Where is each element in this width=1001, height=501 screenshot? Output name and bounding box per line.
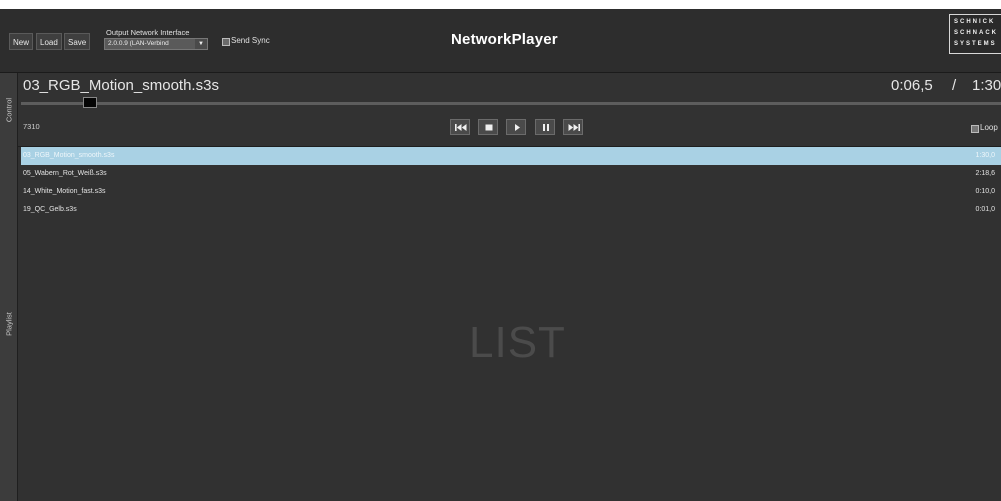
new-button[interactable]: New	[9, 33, 34, 50]
skip-back-icon	[455, 124, 467, 131]
logo-line-1: SCHNICK	[954, 19, 996, 25]
network-player-window: New Load Save Output Network Interface 2…	[0, 9, 1001, 501]
time-total: 1:30	[972, 77, 1001, 94]
playlist-side-tab-label: Playlist	[4, 312, 13, 336]
playlist-item-name: 03_RGB_Motion_smooth.s3s	[23, 152, 115, 159]
loop-checkbox[interactable]	[971, 125, 979, 133]
brand-logo: SCHNICK SCHNACK SYSTEMS	[949, 14, 1001, 54]
playlist-item-name: 05_Wabern_Rot_Weiß.s3s	[23, 170, 107, 177]
output-interface-select[interactable]: 2.0.0.9 (LAN-Verbind ▼	[104, 38, 208, 50]
play-icon	[515, 124, 520, 131]
pause-icon	[543, 124, 549, 131]
skip-forward-button[interactable]	[563, 119, 583, 135]
playlist-item[interactable]: 03_RGB_Motion_smooth.s3s 1:30,0	[21, 147, 1001, 165]
playlist-item-duration: 1:30,0	[975, 152, 995, 159]
logo-line-3: SYSTEMS	[954, 41, 997, 47]
skip-forward-icon	[568, 124, 580, 131]
playlist-item-duration: 0:10,0	[975, 188, 995, 195]
skip-back-button[interactable]	[450, 119, 470, 135]
control-side-tab[interactable]: Control	[0, 73, 18, 147]
playlist-panel: 03_RGB_Motion_smooth.s3s 1:30,0 05_Waber…	[18, 147, 1001, 501]
playlist-side-tab[interactable]: Playlist	[0, 147, 18, 501]
save-button[interactable]: Save	[64, 33, 91, 50]
app-title: NetworkPlayer	[451, 31, 558, 48]
stop-icon	[485, 124, 493, 131]
send-sync-checkbox[interactable]	[222, 38, 230, 46]
loop-label: Loop	[980, 123, 998, 132]
time-current: 0:06,5	[891, 77, 933, 94]
logo-line-2: SCHNACK	[954, 30, 998, 36]
send-sync-label: Send Sync	[231, 36, 270, 45]
playlist-item[interactable]: 05_Wabern_Rot_Weiß.s3s 2:18,6	[21, 165, 1001, 183]
current-track-title: 03_RGB_Motion_smooth.s3s	[23, 77, 219, 94]
seek-handle[interactable]	[82, 97, 97, 108]
playlist-item-duration: 2:18,6	[975, 170, 995, 177]
playlist-item-name: 19_QC_Gelb.s3s	[23, 206, 77, 213]
control-side-tab-label: Control	[4, 97, 13, 123]
playlist-item-duration: 0:01,0	[975, 206, 995, 213]
pause-button[interactable]	[535, 119, 555, 135]
list-watermark: LIST	[469, 318, 566, 367]
playlist-item[interactable]: 14_White_Motion_fast.s3s 0:10,0	[21, 183, 1001, 201]
seek-bar[interactable]	[21, 102, 1001, 105]
playlist-item[interactable]: 19_QC_Gelb.s3s 0:01,0	[21, 201, 1001, 219]
output-interface-label: Output Network Interface	[106, 28, 190, 37]
chevron-down-icon: ▼	[195, 39, 207, 49]
frame-count: 7310	[23, 122, 40, 131]
play-button[interactable]	[506, 119, 526, 135]
playlist-item-name: 14_White_Motion_fast.s3s	[23, 188, 106, 195]
header-toolbar: New Load Save Output Network Interface 2…	[0, 9, 1001, 73]
stop-button[interactable]	[478, 119, 498, 135]
time-separator: /	[952, 77, 957, 94]
output-interface-value: 2.0.0.9 (LAN-Verbind	[108, 40, 169, 47]
load-button[interactable]: Load	[36, 33, 62, 50]
